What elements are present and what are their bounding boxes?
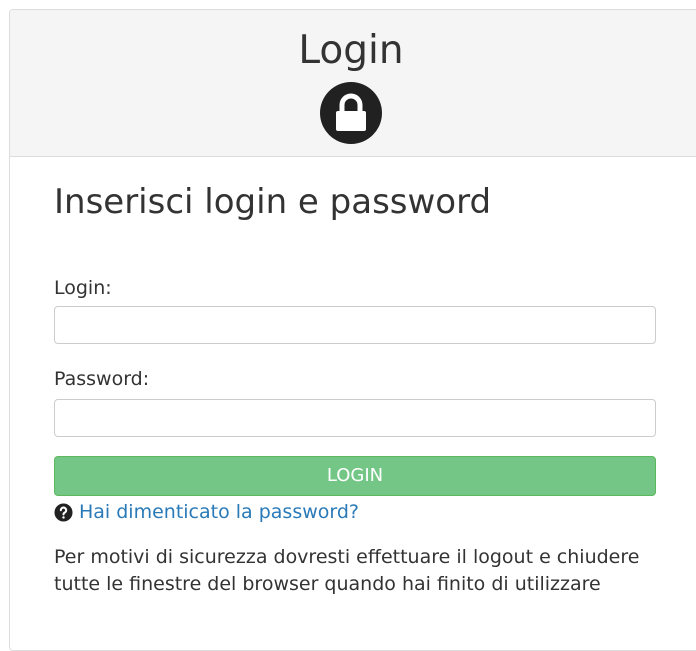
login-input[interactable]	[54, 306, 656, 344]
login-panel: Login Inserisci login e password Login: …	[9, 9, 696, 651]
page-title: Login	[298, 28, 404, 73]
password-label: Password:	[54, 368, 150, 390]
forgot-password-link[interactable]: Hai dimenticato la password?	[79, 500, 359, 524]
panel-header: Login	[10, 10, 696, 157]
security-notice: Per motivi di sicurezza dovresti effettu…	[54, 546, 640, 595]
forgot-password-row: Hai dimenticato la password?	[54, 499, 359, 525]
login-button[interactable]: LOGIN	[54, 456, 656, 496]
form-heading: Inserisci login e password	[54, 182, 492, 222]
login-label: Login:	[54, 277, 112, 299]
question-circle-icon	[54, 502, 73, 522]
lock-icon	[320, 82, 382, 144]
password-input[interactable]	[54, 399, 656, 437]
